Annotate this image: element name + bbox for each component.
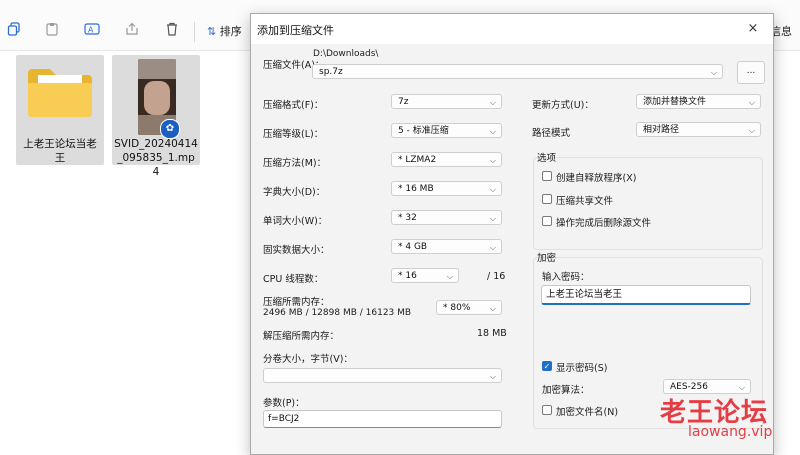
format-select[interactable]: 7z ⌵ — [391, 94, 502, 109]
path-mode-label: 路径模式 — [532, 128, 571, 139]
decompress-memory-label: 解压缩所需内存： — [263, 331, 340, 342]
delete-after-label: 操作完成后删除源文件 — [556, 218, 652, 229]
chevron-down-icon: ⌵ — [489, 185, 496, 194]
player-badge-icon: ✿ — [160, 119, 180, 139]
chevron-down-icon: ⌵ — [489, 304, 496, 313]
level-label: 压缩等级(L)： — [263, 129, 324, 140]
chevron-down-icon: ⌵ — [489, 214, 496, 223]
archive-name-combo[interactable]: sp.7z ⌵ — [312, 64, 723, 79]
level-select[interactable]: 5 - 标准压缩 ⌵ — [391, 123, 502, 138]
copy-icon[interactable] — [4, 22, 24, 42]
archive-path: D:\Downloads\ — [313, 49, 379, 59]
chevron-down-icon: ⌵ — [489, 372, 496, 381]
add-to-archive-dialog: 添加到压缩文件 × 压缩文件(A)： D:\Downloads\ sp.7z ⌵… — [250, 13, 774, 455]
dialog-titlebar: 添加到压缩文件 × — [251, 14, 773, 44]
sfx-label: 创建自释放程序(X) — [556, 173, 637, 184]
update-mode-select[interactable]: 添加并替换文件 ⌵ — [636, 94, 761, 109]
chevron-down-icon: ⌵ — [489, 127, 496, 136]
show-password-checkbox[interactable]: ✓ — [542, 361, 552, 371]
memory-label: 压缩所需内存： — [263, 297, 330, 308]
watermark-url: laowang.vip — [688, 424, 773, 440]
split-label: 分卷大小，字节(V)： — [263, 354, 353, 365]
svg-text:A: A — [88, 26, 94, 35]
close-icon[interactable]: × — [743, 20, 763, 38]
delete-icon[interactable] — [162, 22, 182, 42]
encrypt-names-checkbox[interactable] — [542, 405, 552, 415]
dialog-title: 添加到压缩文件 — [257, 24, 334, 37]
shared-checkbox[interactable] — [542, 194, 552, 204]
folder-item[interactable]: 上老王论坛当老王 — [16, 55, 104, 165]
show-password-label: 显示密码(S) — [556, 363, 608, 374]
params-input[interactable]: f=BCJ2 — [263, 410, 502, 428]
dict-select[interactable]: * 16 MB ⌵ — [391, 181, 502, 196]
method-label: 压缩方法(M)： — [263, 158, 327, 169]
delete-after-checkbox[interactable] — [542, 216, 552, 226]
threads-select[interactable]: * 16 ⌵ — [391, 268, 459, 283]
path-mode-select[interactable]: 相对路径 ⌵ — [636, 122, 761, 137]
folder-icon — [26, 65, 94, 124]
solid-label: 固实数据大小： — [263, 245, 330, 256]
params-label: 参数(P)： — [263, 398, 305, 409]
memory-value: 2496 MB / 12898 MB / 16123 MB — [263, 308, 412, 318]
threads-label: CPU 线程数： — [263, 274, 324, 285]
video-file-item[interactable]: ✿ SVID_20240414_095835_1.mp4 — [112, 55, 200, 178]
solid-select[interactable]: * 4 GB ⌵ — [391, 239, 502, 254]
chevron-down-icon: ⌵ — [446, 272, 453, 281]
encrypt-names-label: 加密文件名(N) — [556, 407, 619, 418]
browse-button[interactable]: ... — [737, 61, 765, 84]
format-label: 压缩格式(F)： — [263, 100, 324, 111]
split-volume-select[interactable]: ⌵ — [263, 368, 502, 383]
chevron-down-icon: ⌵ — [489, 243, 496, 252]
chevron-down-icon: ⌵ — [489, 98, 496, 107]
folder-name: 上老王论坛当老王 — [23, 138, 97, 164]
options-title: 选项 — [537, 153, 557, 164]
sfx-checkbox[interactable] — [542, 171, 552, 181]
paste-icon[interactable] — [42, 22, 62, 42]
chevron-down-icon: ⌵ — [748, 98, 755, 107]
password-input[interactable]: 上老王论坛当老王 — [541, 285, 751, 305]
update-mode-label: 更新方式(U)： — [532, 100, 594, 111]
word-select[interactable]: * 32 ⌵ — [391, 210, 502, 225]
decompress-memory-value: 18 MB — [477, 328, 507, 339]
chevron-down-icon: ⌵ — [489, 156, 496, 165]
method-select[interactable]: * LZMA2 ⌵ — [391, 152, 502, 167]
video-file-name: SVID_20240414_095835_1.mp4 — [114, 138, 198, 178]
chevron-down-icon: ⌵ — [748, 126, 755, 135]
share-icon[interactable] — [122, 22, 142, 42]
toolbar-separator — [194, 22, 195, 42]
memory-percent-select[interactable]: * 80% ⌵ — [436, 300, 502, 315]
chevron-down-icon: ⌵ — [710, 68, 717, 77]
rename-icon[interactable]: A — [82, 22, 102, 42]
dict-label: 字典大小(D)： — [263, 187, 326, 198]
shared-label: 压缩共享文件 — [556, 196, 614, 207]
encryption-title: 加密 — [537, 253, 557, 264]
word-label: 单词大小(W)： — [263, 216, 328, 227]
sort-button[interactable]: ⇅ 排序 — [207, 23, 242, 41]
threads-total: / 16 — [487, 271, 506, 282]
sort-icon: ⇅ — [207, 25, 217, 38]
password-label: 输入密码： — [542, 272, 590, 283]
encryption-method-label: 加密算法： — [542, 385, 590, 396]
